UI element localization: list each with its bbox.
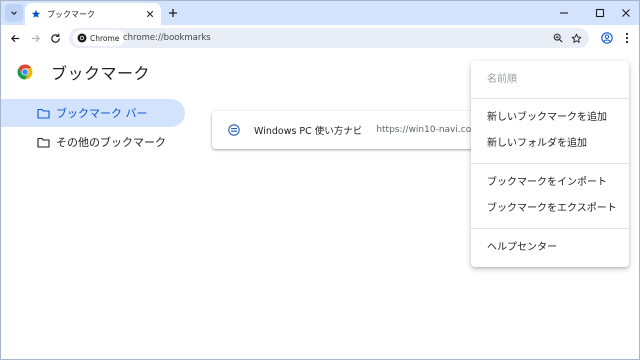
tab-search-icon[interactable] [5,4,23,22]
favicon-icon [228,124,240,136]
reload-icon[interactable] [47,30,63,46]
menu-item-sort-by-name: 名前順 [487,74,517,85]
browser-window: ブックマーク Chrome chrome://bookmarks ブックマーク … [0,0,640,360]
menu-divider [471,98,629,99]
sidebar-item-other-bookmarks[interactable]: その他のブックマーク [1,128,185,156]
minimize-icon[interactable] [549,1,579,25]
back-icon[interactable] [7,30,23,46]
address-bar[interactable]: Chrome chrome://bookmarks [69,28,589,48]
toolbar: Chrome chrome://bookmarks [1,25,639,51]
tab-title: ブックマーク [47,9,95,19]
menu-item-import[interactable]: ブックマークをインポート [471,172,629,194]
star-icon [31,9,41,19]
bookmark-title: Windows PC 使い方ナビ [254,126,363,137]
menu-item-add-folder[interactable]: 新しいフォルダを追加 [471,133,629,155]
bookmark-url: https://win10-navi.com/ [376,125,483,135]
plus-icon[interactable] [165,5,181,21]
menu-divider [471,163,629,164]
kebab-icon[interactable] [619,30,635,46]
tab-bookmarks[interactable]: ブックマーク [25,3,161,25]
bookmark-row[interactable]: Windows PC 使い方ナビ https://win10-navi.com/ [212,111,502,149]
menu-item-help-center[interactable]: ヘルプセンター [471,237,629,259]
menu-item-add-bookmark[interactable]: 新しいブックマークを追加 [471,107,629,129]
chrome-icon [77,33,87,43]
tab-strip: ブックマーク [1,1,639,25]
sidebar-item-label: ブックマーク バー [56,107,148,120]
profile-icon[interactable] [599,30,615,46]
site-chip[interactable]: Chrome [73,30,126,46]
folder-icon [37,137,50,148]
menu-divider [471,228,629,229]
close-icon[interactable] [143,7,157,21]
bookmark-star-icon[interactable] [569,31,583,45]
sidebar-item-label: その他のブックマーク [56,136,166,149]
folder-icon [37,108,50,119]
menu-item-export[interactable]: ブックマークをエクスポート [471,198,629,220]
sidebar-item-bookmark-bar[interactable]: ブックマーク バー [1,99,185,127]
chrome-logo-icon [16,63,34,81]
window-close-icon[interactable] [611,1,639,25]
site-chip-label: Chrome [90,33,120,43]
url-text: chrome://bookmarks [123,33,211,43]
forward-icon[interactable] [27,30,43,46]
organize-menu: 名前順 新しいブックマークを追加 新しいフォルダを追加 ブックマークをインポート… [471,61,629,267]
page-title: ブックマーク [51,64,151,83]
zoom-icon[interactable] [551,31,565,45]
